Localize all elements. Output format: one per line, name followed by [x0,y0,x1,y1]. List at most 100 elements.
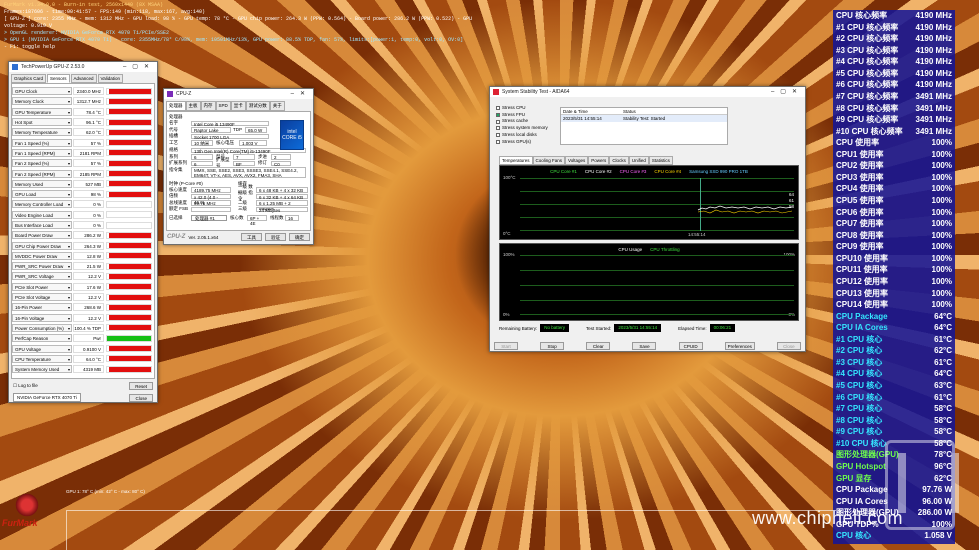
tab-advanced[interactable]: Advanced [70,74,97,83]
checkbox[interactable] [496,133,500,138]
start-button[interactable]: Start [494,342,518,350]
tab-sensors[interactable]: Sensors [47,74,70,83]
sensor-name[interactable]: System Memory Used [12,365,72,374]
save-button[interactable]: Save [632,342,657,350]
preferences-button[interactable]: Preferences [724,342,755,350]
sensor-name[interactable]: PerfCap Reason [12,334,72,343]
sensor-name[interactable]: GPU Load [12,190,72,199]
sensor-name[interactable]: Memory Clock [12,97,72,106]
tab-graphics[interactable]: 显卡 [230,101,246,111]
extmodel-value: BF [233,160,255,166]
sensor-graph [106,324,152,332]
aida-titlebar[interactable]: System Stability Test - AIDA64 –▢✕ [490,87,805,97]
sensor-name[interactable]: Bus Interface Load [12,221,72,229]
checkbox[interactable] [496,126,500,131]
validate-button[interactable]: 验证 [265,233,286,241]
osd-label: CPU IA Cores [836,323,888,333]
close-button[interactable]: Close [129,393,153,402]
clear-button[interactable]: Clear [586,342,611,350]
sensor-name[interactable]: Memory Temperature [12,128,72,137]
aida-tab[interactable]: Clocks [609,156,629,165]
sensor-name[interactable]: GPU Clock [12,87,72,96]
sensor-name[interactable]: 16-Pin Voltage [12,313,72,322]
processor-select[interactable]: 处理器 #1 [191,214,227,221]
sensor-name[interactable]: GPU Temperature [12,107,72,116]
sensor-name[interactable]: Fan 2 Speed (RPM) [12,169,72,178]
datetime-cell: 2023/5/31 14:55:14 [563,116,602,121]
tab-processor[interactable]: 处理器 [166,101,186,111]
aida-window[interactable]: System Stability Test - AIDA64 –▢✕ Stres… [489,86,806,352]
log-to-file-checkbox[interactable]: ☐ Log to file [13,383,38,389]
temp-legend-item[interactable]: CPU Core #1 [550,169,577,174]
sensor-name[interactable]: Video Engine Load [12,210,72,219]
aida-tab[interactable]: Unified [628,156,649,165]
sensor-name[interactable]: Power Consumption (%) [12,323,72,332]
sensor-name[interactable]: Fan 1 Speed (RPM) [12,148,72,157]
tab-spd[interactable]: SPD [215,101,231,111]
osd-label: #10 CPU 核心 [836,438,887,448]
stress-option[interactable]: Stress system memory [496,125,548,132]
stress-option[interactable]: Stress CPU [496,105,548,112]
tab-bench[interactable]: 测试分数 [245,101,270,111]
sensor-name[interactable]: Memory Used [12,179,72,188]
tab-about[interactable]: 关于 [269,101,285,111]
sensor-name[interactable]: PCIe Slot Power [12,282,72,291]
sensor-row: GPU Chip Power Draw264.3 W [12,240,154,250]
stress-option[interactable]: Stress GPU(s) [496,139,548,146]
cpuz-titlebar[interactable]: CPU-Z –✕ [164,89,313,99]
temp-legend-item[interactable]: CPU Core #3 [620,169,647,174]
window-controls[interactable]: –✕ [291,89,311,99]
sensor-name[interactable]: Hot Spot [12,118,72,127]
aida-close-button[interactable]: Close [776,342,801,350]
sensor-name[interactable]: PWR_SRC Voltage [12,272,72,281]
sensor-name[interactable]: Fan 2 Speed (%) [12,159,72,168]
sensor-name[interactable]: PCIe Slot Voltage [12,293,72,302]
stop-button[interactable]: Stop [540,342,565,350]
temp-legend-item[interactable]: Samsung SSD 990 PRO 1TB [689,169,748,174]
sensor-name[interactable]: Fan 1 Speed (%) [12,138,72,147]
tab-memory[interactable]: 内存 [200,101,216,111]
tab-graphics-card[interactable]: Graphics Card [11,74,47,83]
cpuid-button[interactable]: CPUID [678,342,703,350]
tab-mainboard[interactable]: 主板 [185,101,201,111]
osd-row: CPU 使用率 100% [836,137,952,149]
stress-option[interactable]: Stress FPU [496,112,548,119]
gpuz-window[interactable]: TechPowerUp GPU-Z 2.53.0 –▢✕ Graphics Ca… [8,61,158,403]
aida-tab[interactable]: Voltages [565,156,589,165]
stress-option[interactable]: Stress local disks [496,132,548,139]
sensor-name[interactable]: Board Power Draw [12,231,72,240]
tools-button[interactable]: 工具 [241,233,262,241]
ok-button[interactable]: 确定 [289,233,310,241]
aida-tab[interactable]: Cooling Fans [532,156,566,165]
started-label: Test Started: [586,325,612,331]
sensor-name[interactable]: Memory Controller Load [12,200,72,209]
sensor-name[interactable]: GPU Voltage [12,344,72,353]
osd-value: 58°C [934,404,952,414]
gpu-select[interactable]: NVIDIA GeForce RTX 4070 Ti [13,393,81,402]
osd-value: 100% [931,149,952,159]
sensor-name[interactable]: MVDDC Power Draw [12,251,72,260]
furmark-stats-overlay: FurMark v1.34.0.0 - Burn-in test, 2560x1… [0,0,500,52]
temp-legend-item[interactable]: CPU Core #4 [654,169,681,174]
cpuz-window[interactable]: CPU-Z –✕ 处理器 主板 内存 SPD 显卡 测试分数 关于 处理器 名字… [163,88,314,245]
checkbox[interactable] [496,119,500,124]
sensor-name[interactable]: CPU Temperature [12,354,72,363]
temp-legend-item[interactable]: CPU Core #2 [585,169,612,174]
aida-tab[interactable]: Powers [588,156,610,165]
window-controls[interactable]: –▢✕ [771,87,803,97]
revision-value: C0 [271,160,291,166]
sensor-name[interactable]: 16-Pin Power [12,303,72,312]
checkbox[interactable] [496,139,500,144]
sensor-name[interactable]: GPU Chip Power Draw [12,241,72,250]
checkbox[interactable] [496,106,500,111]
aida-tab[interactable]: Statistics [648,156,673,165]
stress-option[interactable]: Stress cache [496,118,548,125]
sensor-value: 17.6 W [73,282,104,291]
window-controls[interactable]: –▢✕ [123,62,155,72]
gpuz-titlebar[interactable]: TechPowerUp GPU-Z 2.53.0 –▢✕ [9,62,157,72]
sensor-name[interactable]: PWR_SRC Power Draw [12,262,72,271]
reset-button[interactable]: Reset [129,382,153,390]
aida-tab[interactable]: Temperatures [499,156,533,165]
tab-validation[interactable]: Validation [97,74,123,83]
checkbox[interactable] [496,113,500,118]
